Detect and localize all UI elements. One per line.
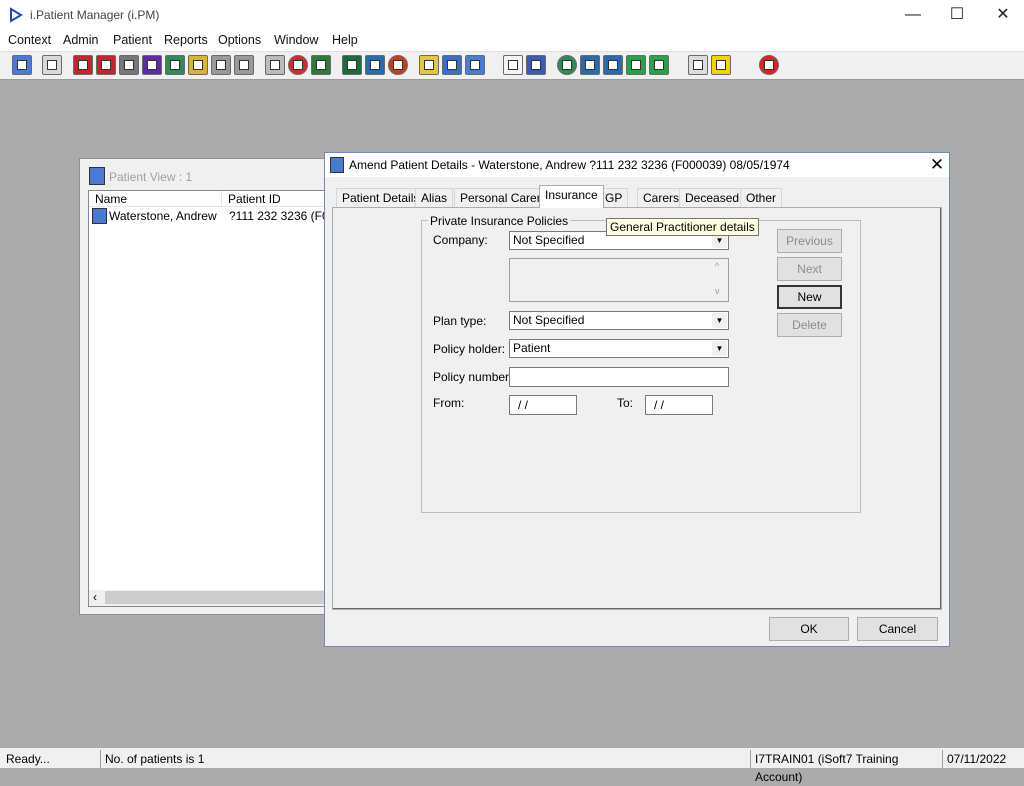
patient-row-id[interactable]: ?111 232 3236 (F00 [229, 209, 324, 223]
tooltip: General Practitioner details [606, 218, 759, 236]
tab-other[interactable]: Other [740, 188, 783, 207]
screen-icon[interactable] [119, 55, 139, 75]
scroll-left-icon[interactable]: ‹ [93, 590, 97, 604]
tab-deceased[interactable]: Deceased [679, 188, 746, 207]
tab-alias[interactable]: Alias [415, 188, 454, 207]
edit-icon[interactable] [96, 55, 116, 75]
previous-button[interactable]: Previous [777, 229, 842, 253]
bed-icon[interactable] [465, 55, 485, 75]
patient-row-name[interactable]: Waterstone, Andrew [109, 209, 217, 223]
tab-insurance[interactable]: Insurance [539, 185, 604, 208]
policy-holder-select[interactable]: Patient ▼ [509, 339, 729, 358]
web-icon[interactable] [557, 55, 577, 75]
close-button[interactable]: ✕ [980, 0, 1024, 30]
menu-options[interactable]: Options [218, 33, 261, 47]
maximize-button[interactable]: ☐ [934, 0, 980, 30]
patient-count: No. of patients is 1 [100, 750, 738, 768]
list-icon[interactable] [419, 55, 439, 75]
globe-icon[interactable] [388, 55, 408, 75]
column-header-patient-id[interactable]: Patient ID [222, 191, 326, 207]
swap-icon[interactable] [688, 55, 708, 75]
status-date: 07/11/2022 [942, 750, 1012, 768]
ok-button[interactable]: OK [769, 617, 849, 641]
next-button[interactable]: Next [777, 257, 842, 281]
company-value: Not Specified [513, 233, 585, 247]
tab-carers[interactable]: Carers [637, 188, 686, 207]
menu-admin[interactable]: Admin [63, 33, 98, 47]
menu-reports[interactable]: Reports [164, 33, 208, 47]
plan-type-value: Not Specified [513, 313, 585, 327]
move-icon[interactable] [626, 55, 646, 75]
page-icon[interactable] [503, 55, 523, 75]
notes-icon[interactable] [188, 55, 208, 75]
print-icon[interactable] [42, 55, 62, 75]
group-title: Private Insurance Policies [428, 214, 571, 228]
from-date-input[interactable]: / / [509, 395, 577, 415]
dialog-close-button[interactable]: ✕ [925, 153, 949, 177]
app-title: i.Patient Manager (i.PM) [30, 8, 160, 22]
patient-icon [330, 157, 344, 173]
book-icon[interactable] [73, 55, 93, 75]
company-label: Company: [433, 233, 488, 247]
ambulance-icon[interactable] [211, 55, 231, 75]
from-label: From: [433, 396, 465, 410]
m-icon[interactable] [142, 55, 162, 75]
display-icon[interactable] [311, 55, 331, 75]
patient-icon[interactable] [12, 55, 32, 75]
policy-holder-value: Patient [513, 341, 551, 355]
status-text: Ready... [6, 752, 50, 766]
exit-icon[interactable] [759, 55, 779, 75]
plan-type-select[interactable]: Not Specified ▼ [509, 311, 729, 330]
menu-patient[interactable]: Patient [113, 33, 152, 47]
transfer-icon[interactable] [442, 55, 462, 75]
new-button[interactable]: New [777, 285, 842, 309]
patient-view-title: Patient View : 1 [109, 170, 193, 184]
patient-row-icon [92, 208, 107, 224]
account-info: I7TRAIN01 (iSoft7 Training Account) [750, 750, 942, 784]
dialog-title: Amend Patient Details - Waterstone, Andr… [349, 158, 790, 172]
menu-window[interactable]: Window [274, 33, 318, 47]
scroll-up-icon[interactable]: ^ [715, 261, 719, 271]
to-date-input[interactable]: / / [645, 395, 713, 415]
menu-context[interactable]: Context [8, 33, 51, 47]
delete-button[interactable]: Delete [777, 313, 842, 337]
chart-icon[interactable] [526, 55, 546, 75]
patient-icon [89, 167, 105, 185]
chevron-down-icon[interactable]: ▼ [712, 341, 727, 356]
plan-type-label: Plan type: [433, 314, 487, 328]
company-details-box [509, 258, 729, 302]
patient-list[interactable] [88, 190, 328, 607]
tab-patient-details[interactable]: Patient Details [336, 188, 426, 207]
minimize-button[interactable]: — [890, 0, 936, 30]
move2-icon[interactable] [649, 55, 669, 75]
column-header-name[interactable]: Name [89, 191, 222, 207]
check-icon[interactable] [580, 55, 600, 75]
calendar-icon[interactable] [365, 55, 385, 75]
check2-icon[interactable] [603, 55, 623, 75]
policy-number-label: Policy number: [433, 370, 513, 384]
app-logo-icon [9, 7, 23, 23]
chevron-down-icon[interactable]: ▼ [712, 313, 727, 328]
policy-number-input[interactable] [509, 367, 729, 387]
search-icon[interactable] [265, 55, 285, 75]
clock-icon[interactable] [288, 55, 308, 75]
tab-personal-carers[interactable]: Personal Carers [454, 188, 553, 207]
scroll-down-icon[interactable]: v [715, 286, 720, 296]
menu-help[interactable]: Help [332, 33, 358, 47]
doc-icon[interactable] [342, 55, 362, 75]
ambulance2-icon[interactable] [234, 55, 254, 75]
cancel-button[interactable]: Cancel [857, 617, 938, 641]
policy-holder-label: Policy holder: [433, 342, 506, 356]
user-icon[interactable] [165, 55, 185, 75]
to-label: To: [617, 396, 634, 410]
scrollbar-thumb[interactable] [105, 591, 327, 604]
warning-icon[interactable] [711, 55, 731, 75]
menu-bar [0, 30, 1024, 51]
